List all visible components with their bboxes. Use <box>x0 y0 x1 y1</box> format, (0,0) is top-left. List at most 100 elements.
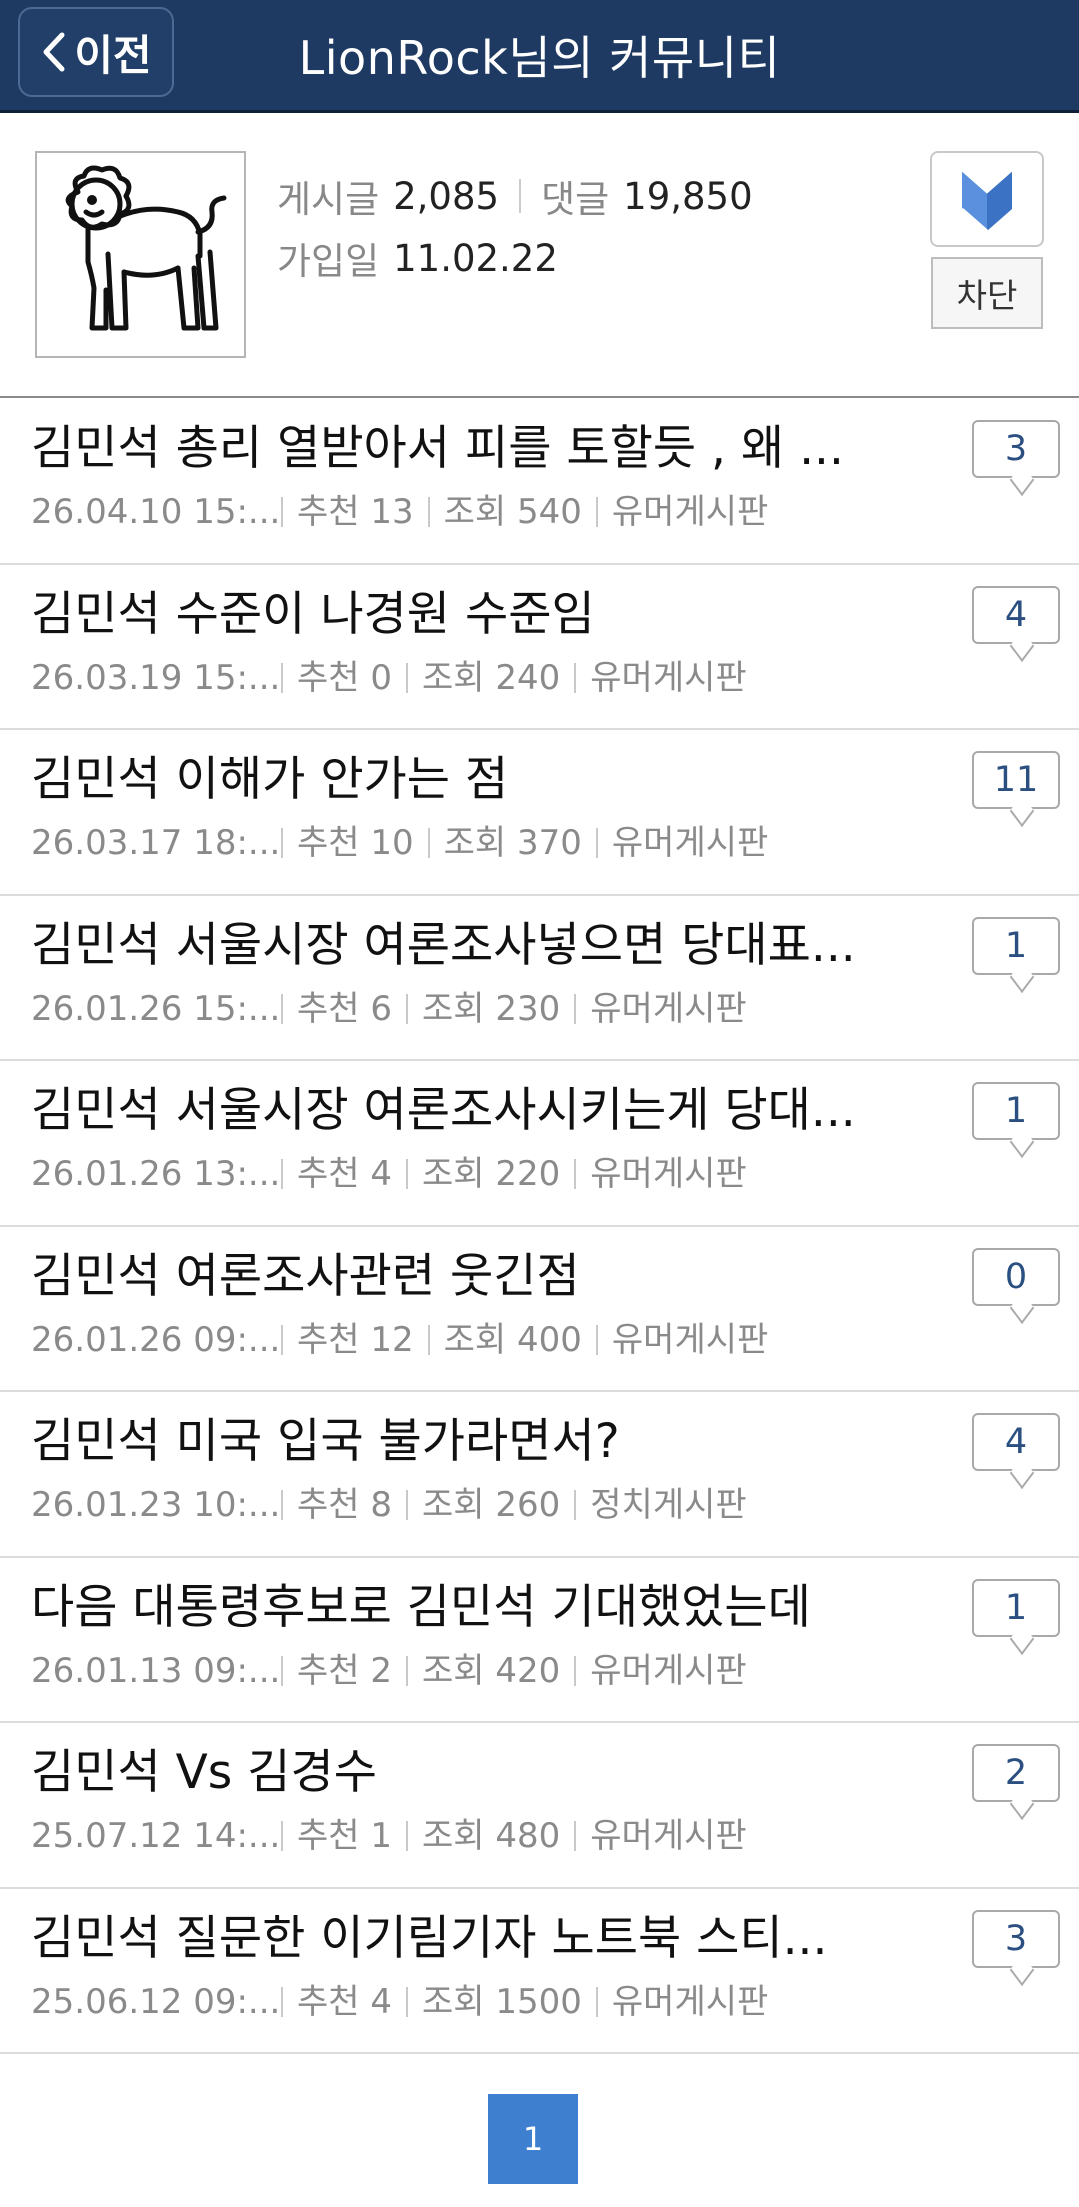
comment-count-badge[interactable]: 1 <box>972 1578 1060 1637</box>
post-board: 유머게시판 <box>611 1319 769 1360</box>
post-date: 26.01.23 10:... <box>31 1485 281 1525</box>
post-date: 26.03.19 15:... <box>31 657 281 698</box>
post-likes: 추천 2 <box>297 1650 392 1691</box>
bookmark-button[interactable] <box>930 151 1044 247</box>
post-title[interactable]: 김민석 서울시장 여론조사넣으면 당대표... <box>31 914 861 978</box>
post-title[interactable]: 김민석 질문한 이기림기자 노트북 스티... <box>31 1907 861 1971</box>
comment-count-badge[interactable]: 4 <box>972 1413 1060 1471</box>
divider <box>406 1490 408 1520</box>
divider <box>427 1324 430 1355</box>
list-item[interactable]: 김민석 서울시장 여론조사넣으면 당대표... 26.01.26 15:... 추천… <box>0 896 1079 1061</box>
divider <box>574 993 577 1024</box>
post-board: 유머게시판 <box>590 1816 747 1856</box>
post-meta: 26.01.26 13:... 추천 4 조회 220 유머게시판 <box>31 1150 747 1198</box>
comments-label: 댓글 <box>541 178 610 221</box>
post-views: 조회 1500 <box>422 1981 582 2022</box>
list-item[interactable]: 김민석 총리 열받아서 피를 토할듯 , 왜 ... 26.04.10 15:..… <box>0 399 1079 565</box>
divider <box>406 1655 408 1686</box>
post-likes: 추천 12 <box>297 1319 414 1360</box>
post-views: 조회 240 <box>422 657 561 698</box>
post-date: 26.01.26 09:... <box>31 1319 281 1360</box>
post-views: 조회 230 <box>422 988 561 1029</box>
post-meta: 25.07.12 14:... 추천 1 조회 480 유머게시판 <box>31 1812 747 1860</box>
divider <box>574 1821 577 1851</box>
divider <box>595 497 598 527</box>
post-title[interactable]: 김민석 총리 열받아서 피를 토할듯 , 왜 ... <box>31 417 861 481</box>
block-button[interactable]: 차단 <box>931 257 1043 329</box>
post-likes: 추천 1 <box>297 1816 392 1856</box>
joined-label: 가입일 <box>277 240 380 283</box>
comment-count-badge[interactable]: 3 <box>972 420 1060 478</box>
list-item[interactable]: 다음 대통령후보로 김민석 기대했었는데 26.01.13 09:... 추천 2 조… <box>0 1558 1079 1723</box>
post-likes: 추천 10 <box>297 823 414 863</box>
post-meta: 26.03.17 18:... 추천 10 조회 370 유머게시판 <box>31 819 768 867</box>
post-board: 유머게시판 <box>611 1981 769 2022</box>
post-title[interactable]: 김민석 미국 입국 불가라면서? <box>31 1410 861 1474</box>
post-board: 유머게시판 <box>590 1154 747 1194</box>
posts-label: 게시글 <box>277 178 380 221</box>
comment-count-badge[interactable]: 2 <box>972 1744 1060 1802</box>
divider <box>427 828 430 858</box>
comments-count: 19,850 <box>623 174 753 218</box>
post-views: 조회 260 <box>422 1485 561 1525</box>
divider <box>519 179 522 213</box>
divider <box>281 1324 283 1355</box>
post-meta: 25.06.12 09:... 추천 4 조회 1500 유머게시판 <box>31 1978 768 2026</box>
post-title[interactable]: 김민석 이해가 안가는 점 <box>31 748 861 812</box>
divider <box>281 1986 283 2017</box>
post-likes: 추천 0 <box>297 657 392 698</box>
post-date: 26.03.17 18:... <box>31 823 281 863</box>
avatar[interactable] <box>35 151 246 358</box>
list-item[interactable]: 김민석 Vs 김경수 25.07.12 14:... 추천 1 조회 480 유머게시판… <box>0 1723 1079 1889</box>
divider <box>281 828 283 858</box>
post-date: 25.07.12 14:... <box>31 1816 281 1856</box>
post-views: 조회 540 <box>443 492 582 532</box>
divider <box>574 1159 577 1189</box>
divider <box>427 497 430 527</box>
joined-date: 11.02.22 <box>393 236 558 280</box>
post-board: 유머게시판 <box>611 823 769 863</box>
comment-count-badge[interactable]: 3 <box>972 1909 1060 1968</box>
post-title[interactable]: 김민석 여론조사관련 웃긴점 <box>31 1245 861 1309</box>
page-1-button[interactable]: 1 <box>488 2094 578 2184</box>
post-date: 26.01.13 09:... <box>31 1650 281 1691</box>
list-item[interactable]: 김민석 서울시장 여론조사시키는게 당대... 26.01.26 13:... 추천… <box>0 1061 1079 1227</box>
comment-count-badge[interactable]: 1 <box>972 916 1060 975</box>
comment-count-badge[interactable]: 4 <box>972 585 1060 644</box>
list-item[interactable]: 김민석 질문한 이기림기자 노트북 스티... 25.06.12 09:... 추천… <box>0 1889 1079 2054</box>
post-board: 유머게시판 <box>590 1650 747 1691</box>
divider <box>406 1986 408 2017</box>
post-title[interactable]: 김민석 수준이 나경원 수준임 <box>31 583 861 647</box>
comment-count-badge[interactable]: 11 <box>972 751 1060 809</box>
divider <box>406 1159 408 1189</box>
divider <box>595 1324 598 1355</box>
divider <box>574 662 577 693</box>
post-meta: 26.04.10 15:... 추천 13 조회 540 유머게시판 <box>31 488 768 536</box>
divider <box>406 993 408 1024</box>
posts-count: 2,085 <box>393 174 500 218</box>
comment-count-badge[interactable]: 0 <box>972 1247 1060 1306</box>
post-meta: 26.01.26 15:... 추천 6 조회 230 유머게시판 <box>31 985 747 1033</box>
list-item[interactable]: 김민석 미국 입국 불가라면서? 26.01.23 10:... 추천 8 조회 26… <box>0 1392 1079 1558</box>
post-date: 26.04.10 15:... <box>31 492 281 532</box>
post-views: 조회 420 <box>422 1650 561 1691</box>
divider <box>406 662 408 693</box>
post-title[interactable]: 김민석 서울시장 여론조사시키는게 당대... <box>31 1079 861 1143</box>
lion-icon <box>65 165 227 331</box>
post-title[interactable]: 다음 대통령후보로 김민석 기대했었는데 <box>31 1576 861 1640</box>
list-item[interactable]: 김민석 수준이 나경원 수준임 26.03.19 15:... 추천 0 조회 240… <box>0 565 1079 730</box>
post-likes: 추천 4 <box>297 1981 392 2022</box>
comment-count-badge[interactable]: 1 <box>972 1082 1060 1140</box>
divider <box>281 1655 283 1686</box>
post-meta: 26.01.26 09:... 추천 12 조회 400 유머게시판 <box>31 1316 768 1364</box>
divider <box>595 1986 598 2017</box>
post-views: 조회 400 <box>443 1319 582 1360</box>
profile-stats: 게시글 2,085 댓글 19,850 가입일 11.02.22 <box>277 165 753 289</box>
divider <box>595 828 598 858</box>
list-item[interactable]: 김민석 이해가 안가는 점 26.03.17 18:... 추천 10 조회 370 유… <box>0 730 1079 896</box>
post-title[interactable]: 김민석 Vs 김경수 <box>31 1741 861 1805</box>
list-item[interactable]: 김민석 여론조사관련 웃긴점 26.01.26 09:... 추천 12 조회 400… <box>0 1227 1079 1392</box>
post-date: 25.06.12 09:... <box>31 1981 281 2022</box>
divider <box>281 497 283 527</box>
divider <box>281 662 283 693</box>
